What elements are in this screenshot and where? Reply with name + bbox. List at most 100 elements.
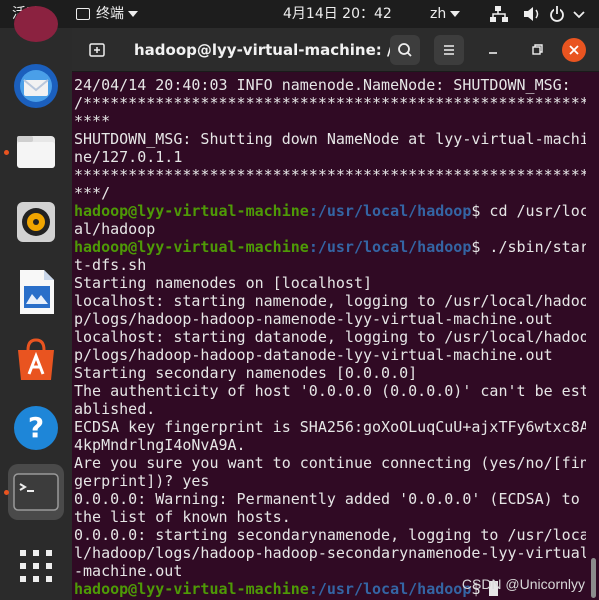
app-menu-label: 终端 <box>96 6 124 22</box>
prompt-line: hadoop@lyy-virtual-machine:/usr/local/ha… <box>74 202 586 220</box>
output-line: 4kpMndrlngI4oNvA9A. <box>74 436 586 454</box>
line-text: t-dfs.sh <box>74 256 147 274</box>
dock-item-help[interactable]: ? <box>8 400 64 456</box>
chevron-down-icon <box>450 11 461 17</box>
close-button[interactable] <box>562 38 586 62</box>
line-text: gerprint])? yes <box>74 472 210 490</box>
thunderbird-icon <box>14 64 58 108</box>
hamburger-menu-icon <box>444 45 454 55</box>
output-line: **** <box>74 112 586 130</box>
dock-item-thunderbird[interactable] <box>8 58 64 114</box>
prompt-user-host: hadoop@lyy-virtual-machine <box>74 580 309 598</box>
top-bar: 活动 终端 4月14日 20：42 zh <box>0 0 599 28</box>
output-line: ECDSA key fingerprint is SHA256:goXoOLuq… <box>74 418 586 436</box>
line-text: ablished. <box>74 400 156 418</box>
output-line: Starting namenodes on [localhost] <box>74 274 586 292</box>
output-line: 24/04/14 20:40:03 INFO namenode.NameNode… <box>74 76 586 94</box>
line-text: /***************************************… <box>74 94 586 112</box>
dock-item-writer[interactable] <box>8 264 64 320</box>
line-text: l/hadoop/logs/hadoop-hadoop-secondarynam… <box>74 544 586 562</box>
dock: ? <box>0 6 72 600</box>
search-button[interactable] <box>390 35 420 65</box>
output-line: p/logs/hadoop-hadoop-namenode-lyy-virtua… <box>74 310 586 328</box>
libreoffice-writer-icon <box>20 270 54 314</box>
line-text: p/logs/hadoop-hadoop-namenode-lyy-virtua… <box>74 310 553 328</box>
prompt-path: :/usr/local/hadoop <box>308 580 472 598</box>
prompt-user-host: hadoop@lyy-virtual-machine <box>74 238 309 256</box>
terminal-window: hadoop@lyy-virtual-machine: /... 24/04/1… <box>72 28 599 600</box>
line-text: ***/ <box>74 184 111 202</box>
line-text: **** <box>74 112 111 130</box>
line-text: p/logs/hadoop-hadoop-datanode-lyy-virtua… <box>74 346 553 364</box>
chevron-down-icon <box>128 11 138 17</box>
output-line: 0.0.0.0: starting secondarynamenode, log… <box>74 526 586 544</box>
line-text: localhost: starting datanode, logging to… <box>74 328 586 346</box>
volume-icon <box>524 7 539 21</box>
minimize-button[interactable] <box>478 35 508 65</box>
line-text: ****************************************… <box>74 166 586 184</box>
menu-button[interactable] <box>434 35 464 65</box>
line-text: -machine.out <box>74 562 183 580</box>
output-line: ablished. <box>74 400 586 418</box>
output-line: Starting secondary namenodes [0.0.0.0] <box>74 364 586 382</box>
output-line: l/hadoop/logs/hadoop-hadoop-secondarynam… <box>74 544 586 562</box>
window-title: hadoop@lyy-virtual-machine: /... <box>134 41 410 59</box>
output-line: Are you sure you want to continue connec… <box>74 454 586 472</box>
output-line: 0.0.0.0: Warning: Permanently added '0.0… <box>74 490 586 508</box>
output-line: SHUTDOWN_MSG: Shutting down NameNode at … <box>74 130 586 148</box>
scrollbar[interactable] <box>591 558 596 598</box>
prompt-line: hadoop@lyy-virtual-machine:/usr/local/ha… <box>74 238 586 256</box>
line-text: the list of known hosts. <box>74 508 291 526</box>
files-icon <box>17 136 55 168</box>
output-line: gerprint])? yes <box>74 472 586 490</box>
running-indicator <box>4 150 9 155</box>
line-text: 24/04/14 20:40:03 INFO namenode.NameNode… <box>74 76 571 94</box>
line-text: The authenticity of host '0.0.0.0 (0.0.0… <box>74 382 586 400</box>
help-icon: ? <box>14 406 58 450</box>
maximize-button[interactable] <box>522 35 552 65</box>
input-method-label: zh <box>430 6 447 22</box>
rhythmbox-icon <box>17 202 55 242</box>
output-line: ***/ <box>74 184 586 202</box>
output-line: the list of known hosts. <box>74 508 586 526</box>
line-text: Starting namenodes on [localhost] <box>74 274 373 292</box>
line-text: localhost: starting namenode, logging to… <box>74 292 586 310</box>
watermark: CSDN @Unicornlyy <box>461 576 585 592</box>
running-indicator <box>4 490 9 495</box>
line-text: $ cd /usr/loc <box>471 202 586 220</box>
output-line: al/hadoop <box>74 220 586 238</box>
output-line: p/logs/hadoop-hadoop-datanode-lyy-virtua… <box>74 346 586 364</box>
line-text: ECDSA key fingerprint is SHA256:goXoOLuq… <box>74 418 586 436</box>
prompt-path: :/usr/local/hadoop <box>308 238 472 256</box>
ubuntu-software-icon <box>18 338 54 380</box>
line-text: 0.0.0.0: starting secondarynamenode, log… <box>74 526 586 544</box>
input-method-menu[interactable]: zh <box>430 0 461 28</box>
output-line: ne/127.0.1.1 <box>74 148 586 166</box>
prompt-user-host: hadoop@lyy-virtual-machine <box>74 202 309 220</box>
terminal-output[interactable]: 24/04/14 20:40:03 INFO namenode.NameNode… <box>74 76 586 598</box>
output-line: localhost: starting datanode, logging to… <box>74 328 586 346</box>
power-icon <box>550 6 564 22</box>
app-menu[interactable]: 终端 <box>76 0 138 28</box>
dock-item-partial[interactable] <box>14 6 58 42</box>
svg-text:?: ? <box>28 411 44 444</box>
line-text: 0.0.0.0: Warning: Permanently added '0.0… <box>74 490 580 508</box>
chevron-down-icon <box>573 11 585 19</box>
line-text: al/hadoop <box>74 220 156 238</box>
system-status-menu[interactable] <box>490 0 590 28</box>
system-icons <box>490 6 585 22</box>
dock-item-show-apps[interactable] <box>8 538 64 594</box>
terminal-app-icon <box>76 8 90 20</box>
minimize-icon <box>489 52 497 54</box>
terminal-icon <box>13 473 59 511</box>
clock[interactable]: 4月14日 20：42 <box>283 0 392 28</box>
dock-item-rhythmbox[interactable] <box>8 194 64 250</box>
title-bar: hadoop@lyy-virtual-machine: /... <box>72 28 599 72</box>
dock-item-ubuntu-software[interactable] <box>8 332 64 388</box>
dock-item-files[interactable] <box>4 124 64 180</box>
restore-icon <box>532 44 543 55</box>
dock-item-terminal[interactable] <box>4 464 64 520</box>
network-icon <box>490 6 508 22</box>
new-tab-button[interactable] <box>82 35 112 65</box>
line-text: Are you sure you want to continue connec… <box>74 454 586 472</box>
